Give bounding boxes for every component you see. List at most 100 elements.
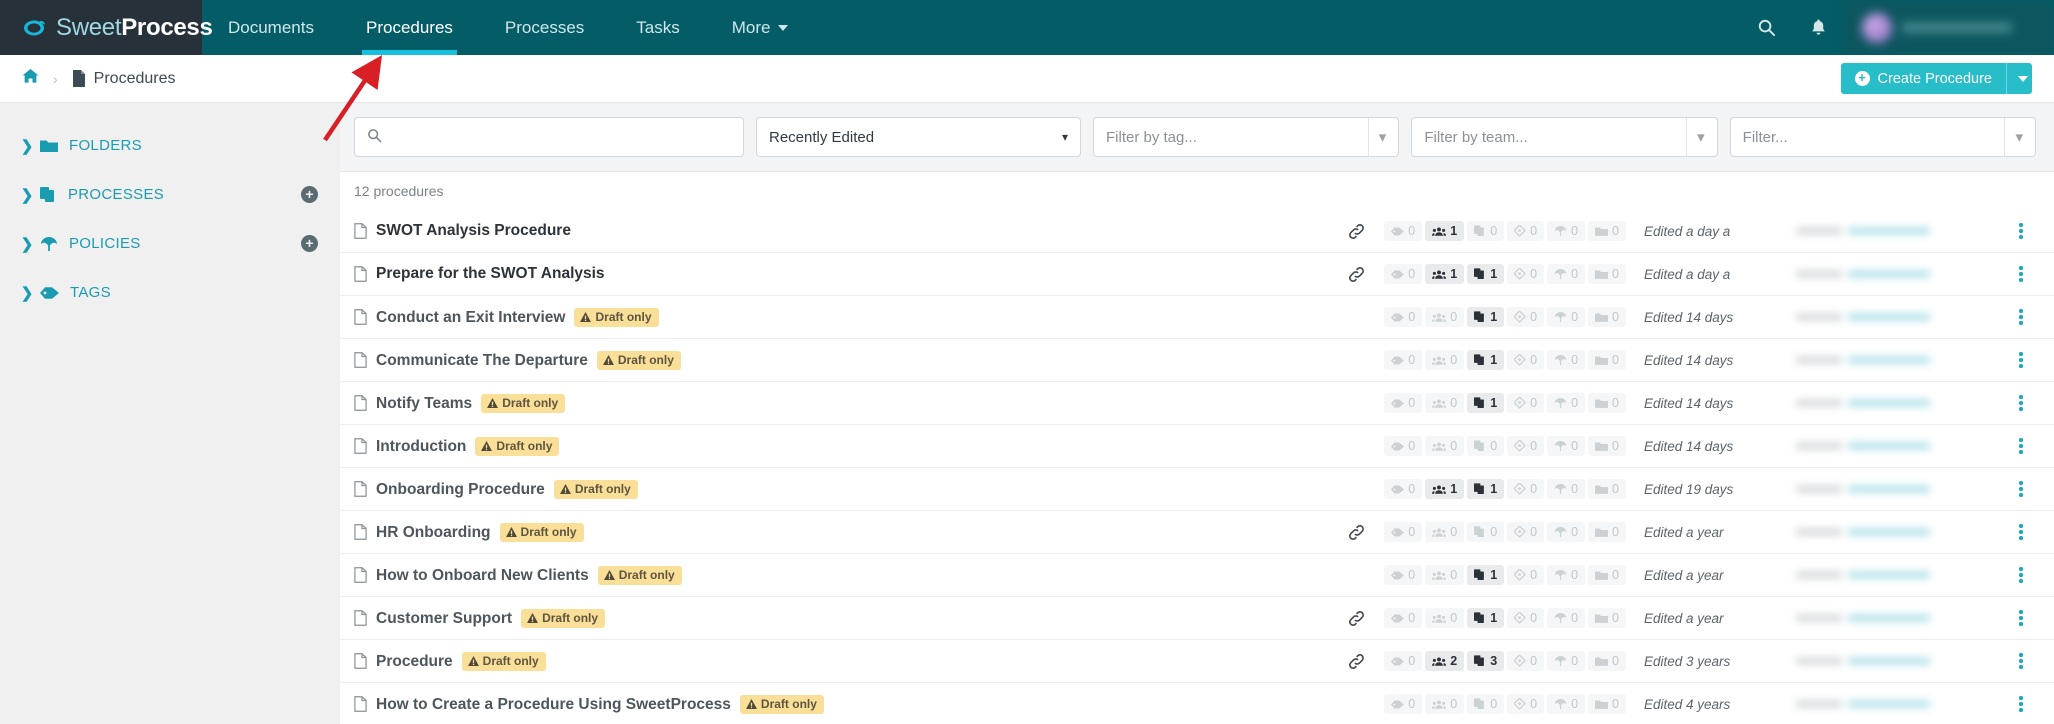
counter-teams[interactable]: 0: [1425, 565, 1465, 585]
more-vertical-icon[interactable]: [2004, 438, 2038, 454]
counter-policy[interactable]: 0: [1547, 393, 1586, 413]
procedure-title[interactable]: Conduct an Exit Interview Draft only: [376, 307, 659, 327]
create-procedure-dropdown-toggle[interactable]: [2006, 63, 2032, 94]
counter-processes[interactable]: 1: [1467, 393, 1505, 413]
counter-processes[interactable]: 1: [1467, 608, 1505, 628]
counter-tag[interactable]: 0: [1384, 565, 1423, 585]
counter-teams[interactable]: 0: [1425, 436, 1465, 456]
more-vertical-icon[interactable]: [2004, 266, 2038, 282]
nav-tab-processes[interactable]: Processes: [479, 0, 610, 55]
brand-logo-area[interactable]: SweetProcess: [0, 0, 213, 55]
counter-teams[interactable]: 0: [1425, 522, 1465, 542]
counter-tag[interactable]: 0: [1384, 221, 1423, 241]
link-icon[interactable]: [1328, 610, 1384, 627]
counter-tag[interactable]: 0: [1384, 350, 1423, 370]
counter-processes[interactable]: 0: [1467, 221, 1505, 241]
sort-select[interactable]: Recently Edited ▾: [756, 117, 1081, 157]
more-vertical-icon[interactable]: [2004, 653, 2038, 669]
table-row[interactable]: Conduct an Exit Interview Draft only 0 0 1 0 0…: [340, 296, 2054, 339]
counter-folder[interactable]: 0: [1588, 651, 1626, 671]
table-row[interactable]: Customer Support Draft only 0 0 1 0 0 0 Edited a…: [340, 597, 2054, 640]
counter-policy[interactable]: 0: [1547, 651, 1586, 671]
counter-tag[interactable]: 0: [1384, 694, 1423, 714]
procedure-title[interactable]: Procedure Draft only: [376, 651, 546, 671]
counter-tag[interactable]: 0: [1384, 479, 1423, 499]
procedure-title[interactable]: Introduction Draft only: [376, 436, 560, 456]
more-vertical-icon[interactable]: [2004, 395, 2038, 411]
counter-tasks[interactable]: 0: [1507, 651, 1545, 671]
procedure-title[interactable]: SWOT Analysis Procedure: [376, 222, 571, 240]
counter-tag[interactable]: 0: [1384, 522, 1423, 542]
procedure-title[interactable]: HR Onboarding Draft only: [376, 522, 584, 542]
more-vertical-icon[interactable]: [2004, 352, 2038, 368]
counter-processes[interactable]: 1: [1467, 565, 1505, 585]
table-row[interactable]: How to Create a Procedure Using SweetPro…: [340, 683, 2054, 724]
procedure-title[interactable]: How to Onboard New Clients Draft only: [376, 565, 682, 585]
counter-tasks[interactable]: 0: [1507, 350, 1545, 370]
counter-policy[interactable]: 0: [1547, 565, 1586, 585]
counter-teams[interactable]: 1: [1425, 221, 1465, 241]
counter-processes[interactable]: 1: [1467, 350, 1505, 370]
table-row[interactable]: How to Onboard New Clients Draft only 0 0 1 0…: [340, 554, 2054, 597]
sidebar-item-folders[interactable]: ❯ FOLDERS: [0, 121, 340, 170]
counter-processes[interactable]: 0: [1467, 436, 1505, 456]
more-vertical-icon[interactable]: [2004, 524, 2038, 540]
filter-by-team-select[interactable]: Filter by team... ▾: [1411, 117, 1718, 157]
counter-folder[interactable]: 0: [1588, 608, 1626, 628]
counter-folder[interactable]: 0: [1588, 307, 1626, 327]
counter-processes[interactable]: 1: [1467, 307, 1505, 327]
create-procedure-button[interactable]: + Create Procedure: [1840, 63, 2032, 94]
counter-tag[interactable]: 0: [1384, 436, 1423, 456]
sidebar-item-processes[interactable]: ❯ PROCESSES +: [0, 170, 340, 219]
procedure-title[interactable]: Notify Teams Draft only: [376, 393, 566, 413]
bell-icon[interactable]: [1792, 0, 1844, 55]
counter-folder[interactable]: 0: [1588, 221, 1626, 241]
counter-tasks[interactable]: 0: [1507, 393, 1545, 413]
counter-teams[interactable]: 1: [1425, 479, 1465, 499]
counter-processes[interactable]: 1: [1467, 479, 1505, 499]
table-row[interactable]: Prepare for the SWOT Analysis 0 1 1 0 0 0 Edite…: [340, 253, 2054, 296]
counter-tasks[interactable]: 0: [1507, 608, 1545, 628]
counter-tasks[interactable]: 0: [1507, 565, 1545, 585]
counter-policy[interactable]: 0: [1547, 479, 1586, 499]
link-icon[interactable]: [1328, 266, 1384, 283]
filter-other-select[interactable]: Filter... ▾: [1729, 117, 2036, 157]
counter-tag[interactable]: 0: [1384, 264, 1423, 284]
create-procedure-main[interactable]: + Create Procedure: [1841, 63, 2006, 94]
counter-tag[interactable]: 0: [1384, 608, 1423, 628]
home-icon[interactable]: [22, 68, 39, 89]
counter-policy[interactable]: 0: [1547, 522, 1586, 542]
nav-tab-procedures[interactable]: Procedures: [340, 0, 479, 55]
counter-folder[interactable]: 0: [1588, 522, 1626, 542]
counter-processes[interactable]: 0: [1467, 694, 1505, 714]
more-vertical-icon[interactable]: [2004, 696, 2038, 712]
counter-folder[interactable]: 0: [1588, 264, 1626, 284]
counter-tag[interactable]: 0: [1384, 307, 1423, 327]
counter-teams[interactable]: 2: [1425, 651, 1465, 671]
counter-tasks[interactable]: 0: [1507, 479, 1545, 499]
counter-policy[interactable]: 0: [1547, 264, 1586, 284]
counter-teams[interactable]: 0: [1425, 393, 1465, 413]
counter-teams[interactable]: 0: [1425, 608, 1465, 628]
sidebar-item-policies[interactable]: ❯ POLICIES +: [0, 219, 340, 268]
table-row[interactable]: SWOT Analysis Procedure 0 1 0 0 0 0 Edited a da…: [340, 210, 2054, 253]
link-icon[interactable]: [1328, 524, 1384, 541]
table-row[interactable]: Introduction Draft only 0 0 0 0 0 0 Edited 14 da…: [340, 425, 2054, 468]
table-row[interactable]: Notify Teams Draft only 0 0 1 0 0 0 Edited 14 da…: [340, 382, 2054, 425]
link-icon[interactable]: [1328, 223, 1384, 240]
counter-policy[interactable]: 0: [1547, 350, 1586, 370]
counter-teams[interactable]: 0: [1425, 350, 1465, 370]
more-vertical-icon[interactable]: [2004, 610, 2038, 626]
counter-policy[interactable]: 0: [1547, 307, 1586, 327]
counter-tasks[interactable]: 0: [1507, 264, 1545, 284]
counter-policy[interactable]: 0: [1547, 694, 1586, 714]
table-row[interactable]: Onboarding Procedure Draft only 0 1 1 0 0 0 Edit…: [340, 468, 2054, 511]
procedure-title[interactable]: Onboarding Procedure Draft only: [376, 479, 638, 499]
counter-tasks[interactable]: 0: [1507, 221, 1545, 241]
sidebar-item-tags[interactable]: ❯ TAGS: [0, 268, 340, 317]
nav-tab-tasks[interactable]: Tasks: [610, 0, 705, 55]
more-vertical-icon[interactable]: [2004, 223, 2038, 239]
counter-tasks[interactable]: 0: [1507, 436, 1545, 456]
counter-folder[interactable]: 0: [1588, 393, 1626, 413]
counter-tasks[interactable]: 0: [1507, 694, 1545, 714]
